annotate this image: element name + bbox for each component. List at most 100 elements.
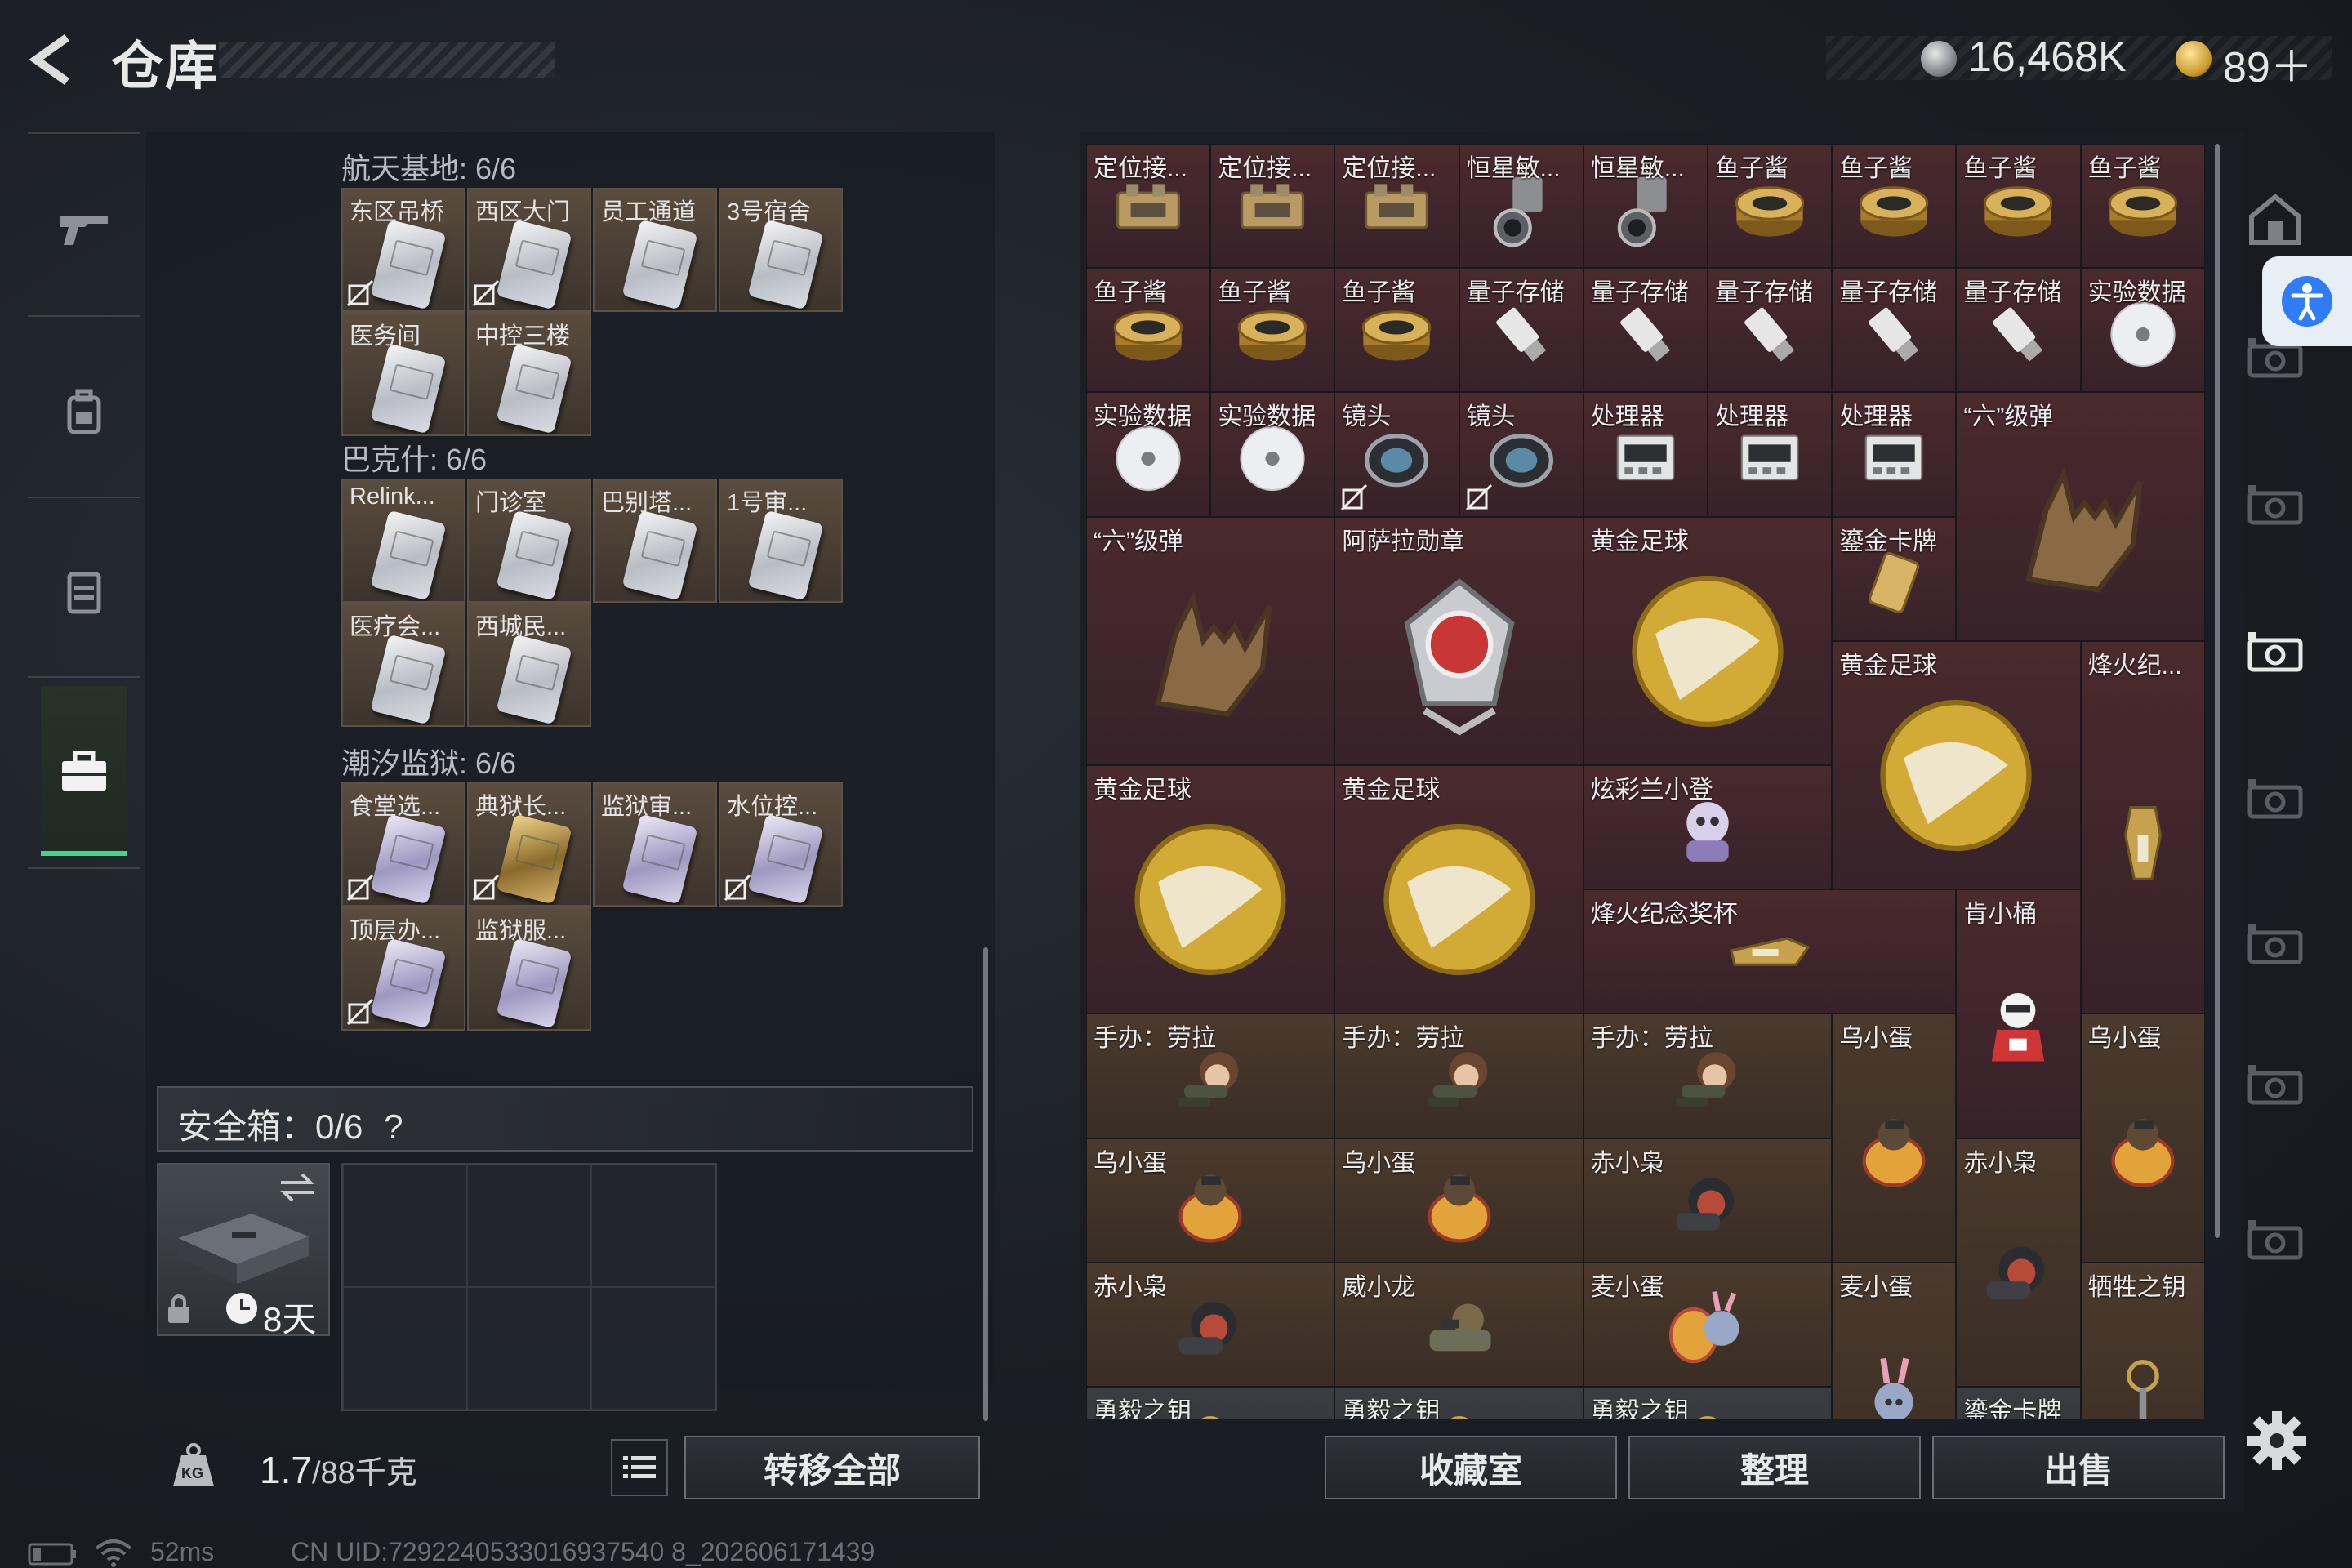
key-card-slot[interactable]: 水位控... bbox=[719, 782, 843, 906]
sort-button[interactable]: 整理 bbox=[1628, 1436, 1921, 1499]
nav-vest[interactable] bbox=[41, 549, 127, 635]
key-card-slot[interactable]: 东区吊桥 bbox=[341, 188, 466, 312]
inventory-item[interactable]: 乌小蛋 bbox=[1334, 1138, 1584, 1263]
inventory-item[interactable]: “六”级弹 bbox=[1956, 392, 2205, 641]
inventory-item[interactable]: 量子存储 bbox=[1459, 268, 1584, 393]
key-card-slot[interactable]: 典狱长... bbox=[467, 782, 591, 906]
accessibility-button[interactable] bbox=[2262, 256, 2352, 346]
inventory-item[interactable]: 量子存储 bbox=[1583, 268, 1708, 393]
safe-slot[interactable] bbox=[591, 1287, 715, 1410]
inventory-item[interactable]: 鱼子酱 bbox=[1210, 268, 1335, 393]
inventory-item[interactable]: 乌小蛋 bbox=[1832, 1013, 1957, 1263]
inventory-item[interactable]: 量子存储 bbox=[1956, 268, 2081, 393]
collection-room-button[interactable]: 收藏室 bbox=[1325, 1436, 1617, 1499]
inventory-item[interactable]: 手办：劳拉 bbox=[1583, 1013, 1833, 1138]
inventory-item[interactable]: 鎏金卡牌 bbox=[1956, 1387, 2081, 1419]
key-card-slot[interactable]: 医疗会... bbox=[341, 603, 466, 727]
inventory-item[interactable]: 鱼子酱 bbox=[1832, 144, 1957, 269]
storage-v-active-icon[interactable] bbox=[2243, 621, 2308, 686]
inventory-item[interactable]: 处理器 bbox=[1832, 392, 1957, 517]
inventory-item[interactable]: 黄金足球 bbox=[1832, 640, 2081, 890]
inventory-item[interactable]: 镜头 bbox=[1459, 392, 1584, 517]
inventory-item[interactable]: 鎏金卡牌 bbox=[1832, 516, 1957, 641]
inventory-item[interactable]: 烽火纪... bbox=[2080, 640, 2205, 1014]
inventory-item[interactable]: 实验数据 bbox=[1210, 392, 1335, 517]
stash-scrollbar[interactable] bbox=[983, 947, 988, 1421]
key-card-slot[interactable]: 3号宿舍 bbox=[719, 188, 843, 312]
inventory-item[interactable]: 烽火纪念奖杯 bbox=[1583, 889, 1957, 1014]
inventory-item[interactable]: 定位接... bbox=[1086, 144, 1211, 269]
inventory-item[interactable]: 麦小蛋 bbox=[1583, 1262, 1833, 1387]
key-card-slot[interactable]: 顶层办... bbox=[341, 906, 466, 1031]
key-card-slot[interactable]: 西区大门 bbox=[467, 188, 591, 312]
nav-storage[interactable] bbox=[41, 728, 127, 815]
key-card-slot[interactable]: 西城民... bbox=[467, 603, 591, 727]
storage-v-icon[interactable] bbox=[2243, 474, 2308, 539]
safe-slot[interactable] bbox=[467, 1165, 591, 1287]
inventory-item[interactable]: 肯小桶 bbox=[1956, 889, 2081, 1138]
inventory-item[interactable]: 手办：劳拉 bbox=[1086, 1013, 1335, 1138]
inventory-scrollbar[interactable] bbox=[2215, 144, 2220, 1238]
key-card-slot[interactable]: 监狱服... bbox=[467, 906, 591, 1031]
inventory-item[interactable]: 恒星敏... bbox=[1583, 144, 1708, 269]
inventory-item[interactable]: 处理器 bbox=[1708, 392, 1833, 517]
key-card-slot[interactable]: 医务间 bbox=[341, 312, 466, 436]
inventory-item[interactable]: 镜头 bbox=[1334, 392, 1459, 517]
gold-balance[interactable]: 89＋ bbox=[2223, 33, 2313, 94]
inventory-item[interactable]: 赤小枭 bbox=[1086, 1262, 1335, 1387]
storage-iv-icon[interactable] bbox=[2243, 1209, 2308, 1274]
storage-iv-icon[interactable] bbox=[2243, 913, 2308, 978]
inventory-item[interactable]: 黄金足球 bbox=[1334, 765, 1584, 1014]
safe-slot[interactable] bbox=[467, 1287, 591, 1410]
inventory-item[interactable]: 鱼子酱 bbox=[1086, 268, 1211, 393]
inventory-item[interactable]: 处理器 bbox=[1583, 392, 1708, 517]
inventory-item[interactable]: 实验数据 bbox=[2080, 268, 2205, 393]
inventory-item[interactable]: 定位接... bbox=[1210, 144, 1335, 269]
inventory-item[interactable]: 阿萨拉勋章 bbox=[1334, 516, 1584, 765]
swap-icon[interactable] bbox=[278, 1171, 317, 1204]
inventory-item[interactable]: 定位接... bbox=[1334, 144, 1459, 269]
sell-button[interactable]: 出售 bbox=[1932, 1436, 2225, 1499]
inventory-item[interactable]: 麦小蛋 bbox=[1832, 1262, 1957, 1419]
key-card-slot[interactable]: 巴别塔... bbox=[593, 479, 717, 603]
key-card-slot[interactable]: 监狱审... bbox=[593, 782, 717, 906]
inventory-item[interactable]: 恒星敏... bbox=[1459, 144, 1584, 269]
key-card-slot[interactable]: 门诊室 bbox=[467, 479, 591, 603]
inventory-item[interactable]: 勇毅之钥 bbox=[1334, 1387, 1584, 1419]
key-card-slot[interactable]: 员工通道 bbox=[593, 188, 717, 312]
inventory-item[interactable]: 手办：劳拉 bbox=[1334, 1013, 1584, 1138]
safe-slot[interactable] bbox=[591, 1165, 715, 1287]
inventory-item[interactable]: 鱼子酱 bbox=[1956, 144, 2081, 269]
key-card-slot[interactable]: 1号审... bbox=[719, 479, 843, 603]
inventory-item[interactable]: 勇毅之钥 bbox=[1583, 1387, 1833, 1419]
inventory-item[interactable]: 量子存储 bbox=[1832, 268, 1957, 393]
inventory-item[interactable]: 鱼子酱 bbox=[1334, 268, 1459, 393]
storage-iv-icon[interactable] bbox=[2243, 1054, 2308, 1119]
inventory-item[interactable]: 赤小枭 bbox=[1583, 1138, 1833, 1263]
storage-v-icon[interactable] bbox=[2243, 768, 2308, 833]
key-card-slot[interactable]: 食堂选... bbox=[341, 782, 466, 906]
inventory-item[interactable]: 量子存储 bbox=[1708, 268, 1833, 393]
nav-weapons[interactable] bbox=[41, 186, 127, 273]
key-card-slot[interactable]: 中控三楼 bbox=[467, 312, 591, 436]
inventory-item[interactable]: 黄金足球 bbox=[1086, 765, 1335, 1014]
inventory-item[interactable]: 勇毅之钥 bbox=[1086, 1387, 1335, 1419]
safe-slot[interactable] bbox=[343, 1287, 467, 1410]
inventory-item[interactable]: 炫彩兰小登 bbox=[1583, 765, 1833, 890]
settings-gear-icon[interactable] bbox=[2244, 1408, 2310, 1473]
inventory-item[interactable]: 威小龙 bbox=[1334, 1262, 1584, 1387]
back-arrow-icon[interactable] bbox=[24, 31, 82, 88]
inventory-item[interactable]: 牺牲之钥 bbox=[2080, 1262, 2205, 1419]
home-icon[interactable] bbox=[2243, 186, 2308, 252]
transfer-all-button[interactable]: 转移全部 bbox=[684, 1436, 980, 1499]
inventory-item[interactable]: 鱼子酱 bbox=[2080, 144, 2205, 269]
inventory-item[interactable]: 乌小蛋 bbox=[2080, 1013, 2205, 1263]
help-icon[interactable]: ? bbox=[384, 1107, 403, 1146]
inventory-item[interactable]: 黄金足球 bbox=[1583, 516, 1833, 765]
inventory-item[interactable]: 鱼子酱 bbox=[1708, 144, 1833, 269]
nav-backpack[interactable] bbox=[41, 369, 127, 456]
inventory-item[interactable]: 赤小枭 bbox=[1956, 1138, 2081, 1387]
safe-slot[interactable] bbox=[343, 1165, 467, 1287]
inventory-item[interactable]: 实验数据 bbox=[1086, 392, 1211, 517]
inventory-item[interactable]: “六”级弹 bbox=[1086, 516, 1335, 765]
